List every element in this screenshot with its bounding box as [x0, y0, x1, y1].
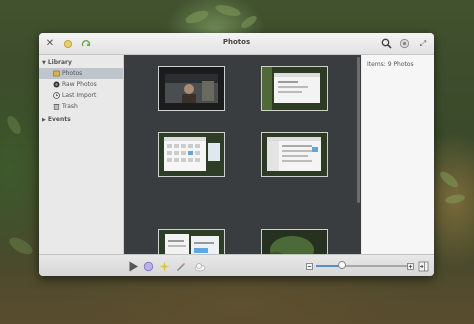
- expand-icon: ▼: [42, 59, 46, 66]
- raw-photos-icon: [53, 81, 60, 88]
- sidebar-item-trash[interactable]: Trash: [39, 101, 123, 112]
- photo-grid: [124, 55, 361, 274]
- cloud-icon: [194, 262, 206, 271]
- enhance-button[interactable]: [158, 260, 170, 272]
- sidebar-item-last-import[interactable]: Last Import: [39, 90, 123, 101]
- calendar-screenshot-image: [159, 133, 224, 176]
- fullscreen-icon: ⤢: [419, 38, 427, 48]
- zoom-out-button[interactable]: [304, 260, 314, 272]
- slideshow-button[interactable]: [127, 260, 139, 272]
- fullscreen-button[interactable]: ⤢: [417, 36, 429, 51]
- photos-icon: [53, 70, 60, 77]
- sidebar-library-header[interactable]: ▼ Library: [39, 57, 123, 68]
- scrollbar[interactable]: [357, 57, 360, 203]
- sidebar-events-header[interactable]: ▶ Events: [39, 114, 123, 125]
- clock-icon: [53, 92, 60, 99]
- title-bar: ✕ Photos ⤢: [39, 33, 434, 55]
- zoom-slider[interactable]: [316, 265, 409, 267]
- photo-thumbnail[interactable]: [261, 66, 328, 111]
- pencil-icon: [176, 262, 185, 271]
- photo-thumbnail[interactable]: [261, 132, 328, 177]
- sidebar-item-label: Photos: [62, 70, 83, 77]
- photo-thumbnail[interactable]: [158, 66, 225, 111]
- sidebar-item-label: Last Import: [62, 92, 97, 99]
- publish-button[interactable]: [194, 260, 206, 272]
- rotate-icon: [143, 261, 153, 271]
- library-label: Library: [47, 59, 72, 66]
- screenshot-image: [262, 67, 327, 110]
- edit-button[interactable]: [174, 260, 186, 272]
- sidebar-item-label: Raw Photos: [62, 81, 97, 88]
- sidebar-toggle-icon: [418, 261, 428, 271]
- trash-icon: [53, 103, 60, 110]
- zoom-in-button[interactable]: [405, 260, 415, 272]
- sidebar: ▼ Library Photos Raw Photos Last Import: [39, 55, 124, 254]
- zoom-slider-handle[interactable]: [338, 261, 347, 269]
- video-still-image: [159, 67, 224, 110]
- photo-thumbnail[interactable]: [158, 132, 225, 177]
- events-label: Events: [47, 116, 71, 123]
- info-panel: Items: 9 Photos: [362, 55, 434, 254]
- photos-window: ✕ Photos ⤢ ▼ Library Photos Raw Photos L…: [39, 33, 434, 276]
- file-manager-screenshot-image: [262, 133, 327, 176]
- search-icon: [381, 38, 392, 49]
- enhance-icon: [159, 261, 169, 271]
- zoom-in-icon: [406, 262, 414, 270]
- collapse-icon: ▶: [42, 116, 46, 123]
- rotate-button[interactable]: [142, 260, 154, 272]
- sidebar-item-raw-photos[interactable]: Raw Photos: [39, 79, 123, 90]
- gear-icon: [399, 38, 409, 49]
- window-title: Photos: [222, 38, 251, 46]
- zoom-out-icon: [305, 262, 313, 270]
- toggle-info-button[interactable]: [417, 260, 429, 272]
- search-button[interactable]: [379, 36, 393, 51]
- sidebar-item-label: Trash: [62, 103, 78, 110]
- items-count: Items: 9 Photos: [367, 61, 414, 68]
- bottom-toolbar: [39, 254, 434, 276]
- play-icon: [129, 261, 138, 271]
- sidebar-item-photos[interactable]: Photos: [39, 68, 123, 79]
- app-menu-button[interactable]: [397, 36, 411, 51]
